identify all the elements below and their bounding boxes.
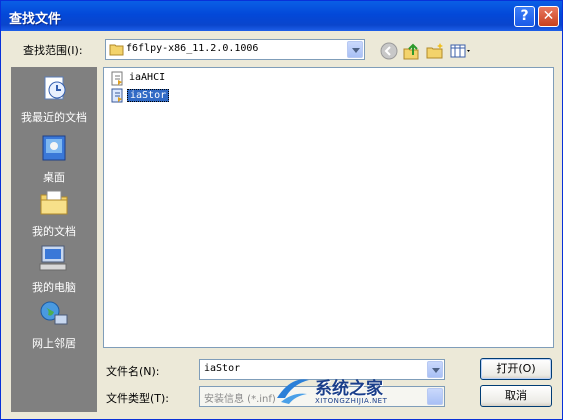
network-icon (40, 301, 68, 325)
watermark: 系统之家 XITONGZHIJIA.NET (273, 372, 453, 417)
place-label: 桌面 (43, 171, 65, 184)
setup-info-file-icon (111, 71, 123, 86)
file-name: iaAHCI (129, 72, 166, 83)
close-button[interactable]: ✕ (538, 6, 559, 27)
filetype-label: 文件类型(T): (106, 392, 170, 405)
place-label: 我的电脑 (32, 281, 76, 294)
watermark-text: 系统之家 (315, 379, 383, 399)
back-icon[interactable] (379, 41, 399, 61)
place-label: 网上邻居 (32, 337, 76, 350)
lookin-value: f6flpy-x86_11.2.0.1006 (126, 43, 259, 54)
filename-value: iaStor (204, 363, 241, 374)
lookin-combo[interactable]: f6flpy-x86_11.2.0.1006 (105, 39, 365, 60)
find-file-dialog: 查找文件 ? ✕ 查找范围(I): f6flpy-x86_11.2.0.1006 (0, 0, 563, 420)
watermark-url: XITONGZHIJIA.NET (315, 397, 388, 405)
desktop-icon (42, 135, 66, 161)
lookin-label: 查找范围(I): (23, 44, 83, 57)
filename-label: 文件名(N): (106, 365, 160, 378)
file-list[interactable]: iaAHCI iaStor (103, 67, 554, 348)
setup-info-file-icon (111, 88, 123, 103)
my-documents-icon (40, 190, 68, 215)
place-my-computer[interactable]: 我的电脑 (11, 243, 97, 295)
my-computer-icon (39, 245, 67, 271)
place-network[interactable]: 网上邻居 (11, 299, 97, 351)
recent-documents-icon (44, 76, 66, 100)
place-desktop[interactable]: 桌面 (11, 133, 97, 185)
window-title: 查找文件 (9, 12, 62, 27)
place-my-documents[interactable]: 我的文档 (11, 187, 97, 239)
watermark-logo-icon (277, 379, 309, 404)
folder-icon (109, 44, 124, 56)
place-recent-documents[interactable]: 我最近的文档 (11, 73, 97, 125)
up-folder-icon[interactable] (401, 41, 421, 61)
title-bar[interactable]: 查找文件 ? ✕ (1, 1, 562, 31)
place-label: 我的文档 (32, 225, 76, 238)
new-folder-icon[interactable] (425, 41, 445, 61)
filetype-value: 安装信息 (*.inf) (204, 394, 276, 405)
help-button[interactable]: ? (514, 6, 535, 27)
view-menu-icon[interactable] (449, 41, 473, 61)
file-name: iaStor (127, 89, 170, 102)
chevron-down-icon[interactable] (347, 41, 363, 58)
place-label: 我最近的文档 (21, 111, 87, 124)
cancel-button[interactable]: 取消 (480, 385, 552, 407)
places-bar: 我最近的文档 桌面 我的文档 我的电脑 网上邻居 (11, 67, 97, 412)
open-button[interactable]: 打开(O) (480, 358, 552, 380)
